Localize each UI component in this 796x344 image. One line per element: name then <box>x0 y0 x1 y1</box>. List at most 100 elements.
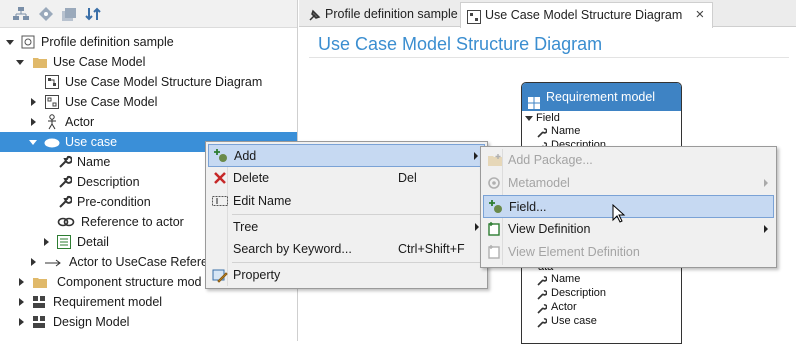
expand-icon[interactable] <box>19 298 24 306</box>
field-header: Field <box>536 112 560 124</box>
expand-icon[interactable] <box>31 98 36 106</box>
menu-item-metamodel[interactable]: Metamodel <box>483 172 774 195</box>
menu-item-label: Field... <box>509 200 547 214</box>
add-icon <box>213 148 229 167</box>
wrench-icon <box>537 317 548 331</box>
wrench-icon <box>58 175 73 192</box>
shortcut-label: Ctrl+Shift+F <box>398 242 465 256</box>
expand-icon[interactable] <box>19 318 24 326</box>
grid-icon <box>33 296 45 311</box>
tab-label: Use Case Model Structure Diagram <box>485 8 683 22</box>
grid-icon <box>33 316 45 331</box>
field-use-case: Use case <box>551 315 597 327</box>
menu-item-view-definition[interactable]: View Definition <box>483 218 774 241</box>
model-icon <box>45 95 59 112</box>
expand-icon[interactable] <box>44 238 49 246</box>
menu-item-label: Add Package... <box>508 153 593 167</box>
menu-item-label: Search by Keyword... <box>233 242 352 256</box>
collapse-icon[interactable] <box>29 140 37 145</box>
tree-item-actor[interactable]: Actor <box>0 112 297 132</box>
folder-icon <box>33 276 47 291</box>
tab-structure-diagram[interactable]: Use Case Model Structure Diagram × <box>460 2 714 28</box>
add-submenu: Add Package... Metamodel Field... View D… <box>480 146 777 268</box>
shortcut-label: Del <box>398 171 417 185</box>
diagram-icon <box>45 75 59 92</box>
menu-item-add[interactable]: Add <box>208 144 485 167</box>
menu-item-label: Edit Name <box>233 194 292 208</box>
collapse-icon[interactable] <box>6 40 14 45</box>
pin-icon <box>307 7 321 31</box>
tree-item-label: Use case <box>65 135 118 149</box>
tree-item-structure-diagram[interactable]: Use Case Model Structure Diagram <box>0 72 297 92</box>
metamodel-icon <box>487 176 501 193</box>
view-element-icon <box>487 244 501 263</box>
close-icon[interactable]: × <box>696 3 705 27</box>
context-menu: Add Delete Del Edit Name Tree Search by … <box>205 141 488 289</box>
submenu-arrow-icon <box>475 223 479 231</box>
wrench-icon <box>58 155 73 172</box>
tree-toolbar <box>0 0 297 28</box>
tree-item-label: Use Case Model <box>65 95 158 109</box>
tree-item-requirement-model[interactable]: Requirement model <box>0 292 297 312</box>
tree-item-label: Reference to actor <box>81 215 184 229</box>
sort-icon[interactable] <box>84 5 102 23</box>
hierarchy-icon[interactable] <box>12 5 30 23</box>
tree-item-label: Use Case Model <box>53 55 146 69</box>
menu-item-label: View Definition <box>508 222 591 236</box>
tree-item-use-case-model-folder[interactable]: Use Case Model <box>0 52 297 72</box>
submenu-arrow-icon <box>474 152 478 160</box>
wrench-icon <box>537 303 548 317</box>
table-icon <box>57 235 71 252</box>
tab-profile-definition[interactable]: Profile definition sample <box>301 2 466 27</box>
field-icon <box>488 199 504 218</box>
menu-item-search[interactable]: Search by Keyword... Ctrl+Shift+F <box>208 238 485 261</box>
tree-item-label: Name <box>77 155 111 169</box>
profile-icon <box>21 35 35 52</box>
diagram-icon <box>467 8 481 32</box>
wrench-icon <box>58 195 73 212</box>
diamond-icon[interactable] <box>37 5 55 23</box>
menu-item-label: Add <box>234 149 257 163</box>
expand-icon[interactable] <box>31 118 36 126</box>
expand-icon[interactable] <box>19 278 24 286</box>
edit-name-icon <box>212 195 228 210</box>
menu-item-tree[interactable]: Tree <box>208 216 485 239</box>
collapse-icon[interactable] <box>525 116 533 121</box>
menu-item-label: Metamodel <box>508 176 570 190</box>
menu-item-add-package[interactable]: Add Package... <box>483 149 774 172</box>
field-name: Name <box>551 125 581 137</box>
tree-item-label: Component structure mod <box>57 275 202 289</box>
tree-item-design-model[interactable]: Design Model <box>0 312 297 332</box>
menu-item-field[interactable]: Field... <box>483 195 774 223</box>
menu-item-view-element-definition[interactable]: View Element Definition <box>483 241 774 264</box>
wrench-icon <box>537 275 548 289</box>
collapse-icon[interactable] <box>16 60 24 65</box>
delete-x-icon <box>213 171 227 188</box>
tree-item-profile-definition[interactable]: Profile definition sample <box>0 32 297 52</box>
menu-item-label: Delete <box>233 171 270 185</box>
view-def-icon <box>487 221 501 240</box>
menu-separator <box>232 262 483 263</box>
menu-item-label: Tree <box>233 220 259 234</box>
tree-item-label: Profile definition sample <box>41 35 174 49</box>
diagram-title: Use Case Model Structure Diagram <box>318 34 603 54</box>
tree-item-label: Design Model <box>53 315 130 329</box>
menu-item-edit-name[interactable]: Edit Name <box>208 190 485 213</box>
stack-icon[interactable] <box>60 5 78 23</box>
arrow-icon <box>44 257 62 271</box>
menu-item-delete[interactable]: Delete Del <box>208 167 485 190</box>
divider <box>309 57 789 58</box>
tree-item-label: Pre-condition <box>77 195 151 209</box>
folder-icon <box>33 56 47 71</box>
field-name: Name <box>551 273 581 285</box>
tree-item-label: Detail <box>77 235 109 249</box>
link-icon <box>57 216 75 231</box>
menu-item-property[interactable]: Property <box>208 264 485 287</box>
tree-item-label: Actor <box>65 115 95 129</box>
box-title: Requirement model <box>546 90 656 104</box>
property-icon <box>212 267 228 286</box>
tree-item-use-case-model[interactable]: Use Case Model <box>0 92 297 112</box>
expand-icon[interactable] <box>31 258 36 266</box>
field-description: Description <box>551 287 607 299</box>
submenu-arrow-icon <box>764 225 768 233</box>
